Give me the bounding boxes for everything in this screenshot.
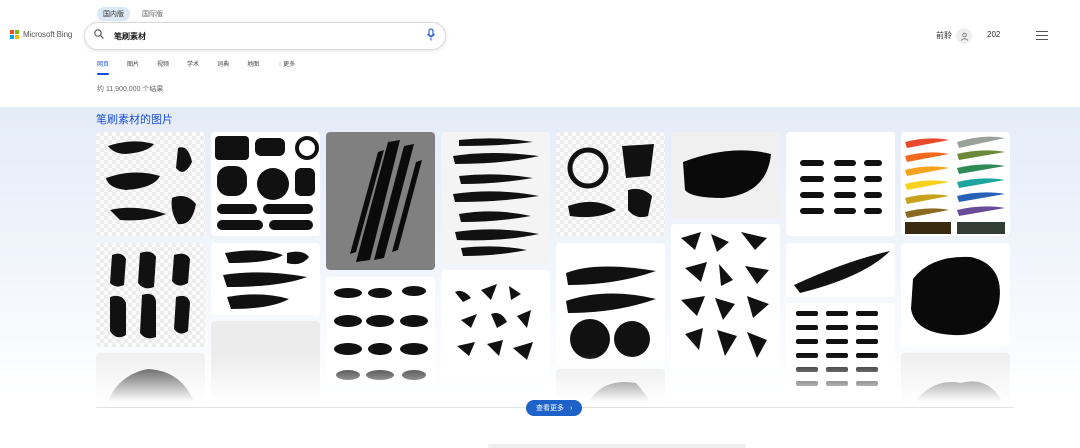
avatar[interactable]	[956, 28, 972, 44]
search-box[interactable]: 笔刷素材	[84, 22, 446, 50]
image-result-4[interactable]	[211, 132, 320, 236]
next-result-placeholder	[488, 444, 746, 448]
see-more-label: 查看更多	[536, 405, 564, 412]
nav-images[interactable]: 图片	[127, 59, 139, 73]
nav-videos[interactable]: 视频	[157, 59, 169, 73]
nav-more[interactable]: ⋮更多	[277, 59, 295, 73]
chevron-right-icon: ›	[570, 404, 573, 412]
result-count: 约 11,900,000 个结果	[97, 86, 164, 93]
image-section-title[interactable]: 笔刷素材的图片	[96, 111, 173, 127]
image-result-2[interactable]	[96, 243, 205, 347]
region-tabs: 国内版 国际版	[97, 7, 169, 21]
nav-academic[interactable]: 学术	[187, 59, 199, 73]
search-input[interactable]: 笔刷素材	[114, 31, 146, 42]
search-icon[interactable]	[94, 29, 104, 39]
nav-dictionary[interactable]: 词典	[217, 59, 229, 73]
image-result-14[interactable]	[671, 132, 780, 218]
image-result-17[interactable]	[786, 243, 895, 297]
image-result-16[interactable]	[786, 132, 895, 236]
signin-link[interactable]: 前聆	[936, 30, 952, 41]
nav-more-label: 更多	[283, 62, 296, 68]
microsoft-logo-icon	[10, 30, 19, 39]
image-result-7[interactable]	[326, 132, 435, 270]
region-tab-international[interactable]: 国际版	[136, 7, 169, 21]
nav-web[interactable]: 网页	[97, 59, 110, 75]
brand-name: Microsoft Bing	[23, 30, 73, 39]
image-result-20[interactable]	[901, 243, 1010, 347]
image-result-9[interactable]	[441, 132, 550, 264]
user-icon	[960, 32, 968, 41]
image-result-15[interactable]	[671, 224, 780, 369]
search-nav: 网页 图片 视频 学术 词典 地图 ⋮更多	[97, 59, 295, 75]
bing-logo[interactable]: Microsoft Bing	[10, 30, 72, 39]
see-more-button[interactable]: 查看更多 ›	[526, 400, 583, 416]
hamburger-menu-icon[interactable]	[1036, 31, 1048, 40]
microphone-icon[interactable]	[426, 28, 436, 42]
image-result-12[interactable]	[556, 243, 665, 363]
image-result-11[interactable]	[556, 132, 665, 236]
image-result-1[interactable]	[96, 132, 205, 236]
nav-maps[interactable]: 地图	[247, 59, 259, 73]
image-result-19[interactable]	[901, 132, 1010, 236]
rewards-points[interactable]: 202	[987, 30, 1000, 39]
region-tab-domestic[interactable]: 国内版	[97, 7, 130, 21]
image-result-5[interactable]	[211, 243, 320, 315]
